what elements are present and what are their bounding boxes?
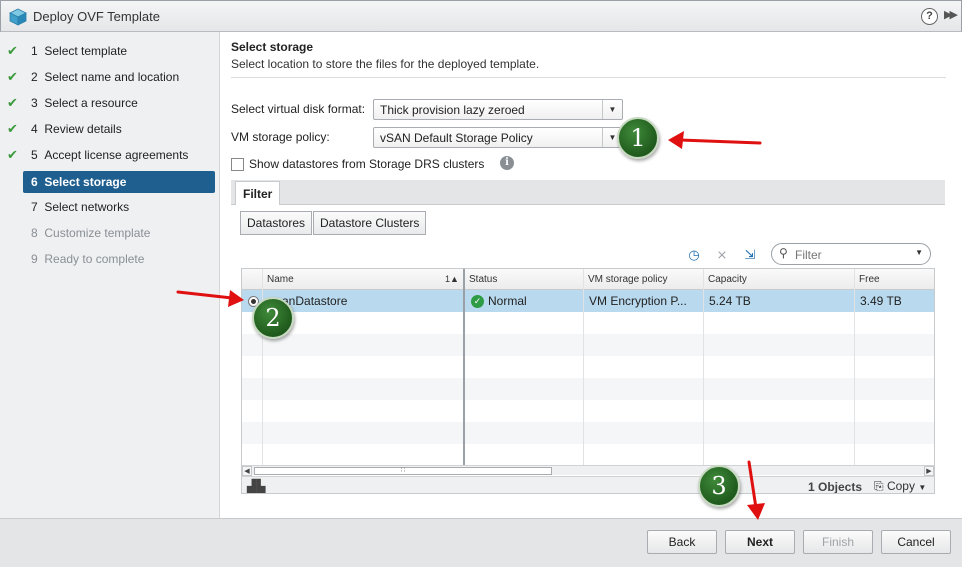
annotation-callout-1: 1 xyxy=(617,117,659,159)
grid-divider xyxy=(854,269,855,465)
storage-policy-select[interactable]: vSAN Default Storage Policy ▼ xyxy=(373,127,623,148)
cell-name: vsanDatastore xyxy=(270,294,348,308)
divider xyxy=(231,77,946,78)
step-accept-license[interactable]: ✔ 5 Accept license agreements xyxy=(0,144,220,166)
empty-row xyxy=(242,400,934,422)
objects-count: 1 Objects xyxy=(808,480,863,494)
finish-button: Finish xyxy=(803,530,873,554)
step-ready-to-complete: 9 Ready to complete xyxy=(0,248,220,270)
help-icon[interactable]: ? xyxy=(921,8,938,25)
step-label: 3 Select a resource xyxy=(31,96,138,110)
copy-label: Copy xyxy=(886,479,915,493)
check-icon: ✔ xyxy=(7,69,18,84)
datastore-clusters-toggle-button[interactable]: Datastore Clusters xyxy=(313,211,427,235)
main-panel: Select storage Select location to store … xyxy=(221,32,962,518)
empty-row xyxy=(242,356,934,378)
step-review-details[interactable]: ✔ 4 Review details xyxy=(0,118,220,140)
info-icon[interactable]: i xyxy=(500,156,514,170)
expand-icon[interactable]: ▶▶ xyxy=(944,8,958,21)
window-title: Deploy OVF Template xyxy=(33,9,160,24)
export-icon[interactable]: ⇲ xyxy=(741,246,759,264)
clear-filter-icon[interactable]: ⨯ xyxy=(713,246,731,264)
grid-divider xyxy=(583,269,584,465)
cell-capacity: 5.24 TB xyxy=(709,294,751,308)
status-ok-icon: ✓ xyxy=(471,295,484,308)
title-bar: Deploy OVF Template ? ▶▶ xyxy=(0,0,962,32)
chevron-down-icon[interactable]: ▼ xyxy=(915,248,923,257)
table-row[interactable]: vsanDatastore ✓ Normal VM Encryption P..… xyxy=(242,290,934,312)
grid-divider[interactable] xyxy=(463,269,465,465)
datastore-grid: Name 1▲ Status VM storage policy Capacit… xyxy=(241,268,935,494)
show-drs-label[interactable]: Show datastores from Storage DRS cluster… xyxy=(249,157,484,171)
copy-icon: ⎘ xyxy=(874,479,884,493)
wizard-button-bar: Back Next Finish Cancel xyxy=(0,518,962,567)
column-header-capacity[interactable]: Capacity xyxy=(703,269,854,290)
grid-header: Name 1▲ Status VM storage policy Capacit… xyxy=(242,269,934,290)
storage-policy-label: VM storage policy: xyxy=(231,130,330,144)
empty-row xyxy=(242,378,934,400)
next-button[interactable]: Next xyxy=(725,530,795,554)
empty-row xyxy=(242,312,934,334)
grid-footer: ▟▙ 1 Objects ⎘ Copy ▼ xyxy=(242,476,934,494)
search-icon: ⚲ xyxy=(779,246,788,260)
column-header-free[interactable]: Free xyxy=(854,269,934,290)
step-select-resource[interactable]: ✔ 3 Select a resource xyxy=(0,92,220,114)
show-drs-checkbox[interactable] xyxy=(231,158,244,171)
ovf-template-icon xyxy=(9,8,27,26)
clock-icon[interactable]: ◷ xyxy=(685,246,703,264)
binoculars-icon[interactable]: ▟▙ xyxy=(247,479,265,493)
empty-row xyxy=(242,422,934,444)
scroll-left-icon[interactable]: ◀ xyxy=(242,466,252,476)
page-description: Select location to store the files for t… xyxy=(231,57,540,71)
filter-search[interactable]: ⚲ ▼ xyxy=(771,243,931,265)
annotation-callout-3: 3 xyxy=(698,465,740,507)
storage-policy-value: vSAN Default Storage Policy xyxy=(380,131,533,145)
empty-row xyxy=(242,444,934,466)
step-label: 2 Select name and location xyxy=(31,70,180,84)
step-select-storage[interactable]: 6 Select storage xyxy=(23,171,215,193)
check-icon: ✔ xyxy=(7,95,18,110)
cancel-button[interactable]: Cancel xyxy=(881,530,951,554)
cell-free: 3.49 TB xyxy=(860,294,902,308)
datastores-toggle-button[interactable]: Datastores xyxy=(240,211,313,235)
annotation-callout-2: 2 xyxy=(252,297,294,339)
tab-filter[interactable]: Filter xyxy=(235,181,281,205)
back-button[interactable]: Back xyxy=(647,530,717,554)
filter-tabbar: Filter xyxy=(231,180,945,205)
empty-row xyxy=(242,334,934,356)
check-icon: ✔ xyxy=(7,147,18,162)
step-label: 1 Select template xyxy=(31,44,128,58)
chevron-down-icon[interactable]: ▼ xyxy=(602,100,622,119)
step-customize-template: 8 Customize template xyxy=(0,222,220,244)
check-icon: ✔ xyxy=(7,121,18,136)
step-label: 5 Accept license agreements xyxy=(31,148,189,162)
column-header-policy[interactable]: VM storage policy xyxy=(583,269,703,290)
step-label: 8 Customize template xyxy=(31,226,151,240)
page-title: Select storage xyxy=(231,40,314,54)
copy-button[interactable]: ⎘ Copy ▼ xyxy=(874,479,927,493)
step-label: 6 Select storage xyxy=(31,175,127,189)
disk-format-label: Select virtual disk format: xyxy=(231,102,366,116)
step-select-networks[interactable]: 7 Select networks xyxy=(0,196,220,218)
check-icon: ✔ xyxy=(7,43,18,58)
disk-format-select[interactable]: Thick provision lazy zeroed ▼ xyxy=(373,99,623,120)
scroll-thumb[interactable]: ∷ xyxy=(254,467,552,475)
step-label: 7 Select networks xyxy=(31,200,130,214)
cell-policy: VM Encryption P... xyxy=(589,294,687,308)
horizontal-scrollbar[interactable]: ◀ ∷ ▶ xyxy=(242,465,934,476)
column-header-status[interactable]: Status xyxy=(463,269,583,290)
chevron-down-icon: ▼ xyxy=(918,483,927,492)
step-label: 4 Review details xyxy=(31,122,122,136)
cell-status: ✓ Normal xyxy=(465,290,583,312)
grid-divider xyxy=(703,269,704,465)
filter-input[interactable] xyxy=(793,247,903,262)
scroll-right-icon[interactable]: ▶ xyxy=(924,466,934,476)
wizard-steps: ✔ 1 Select template ✔ 2 Select name and … xyxy=(0,32,220,518)
step-label: 9 Ready to complete xyxy=(31,252,145,266)
disk-format-value: Thick provision lazy zeroed xyxy=(380,103,525,117)
column-header-name[interactable]: Name xyxy=(262,269,463,290)
sort-indicator: 1▲ xyxy=(445,274,459,284)
step-select-name-location[interactable]: ✔ 2 Select name and location xyxy=(0,66,220,88)
step-select-template[interactable]: ✔ 1 Select template xyxy=(0,40,220,62)
